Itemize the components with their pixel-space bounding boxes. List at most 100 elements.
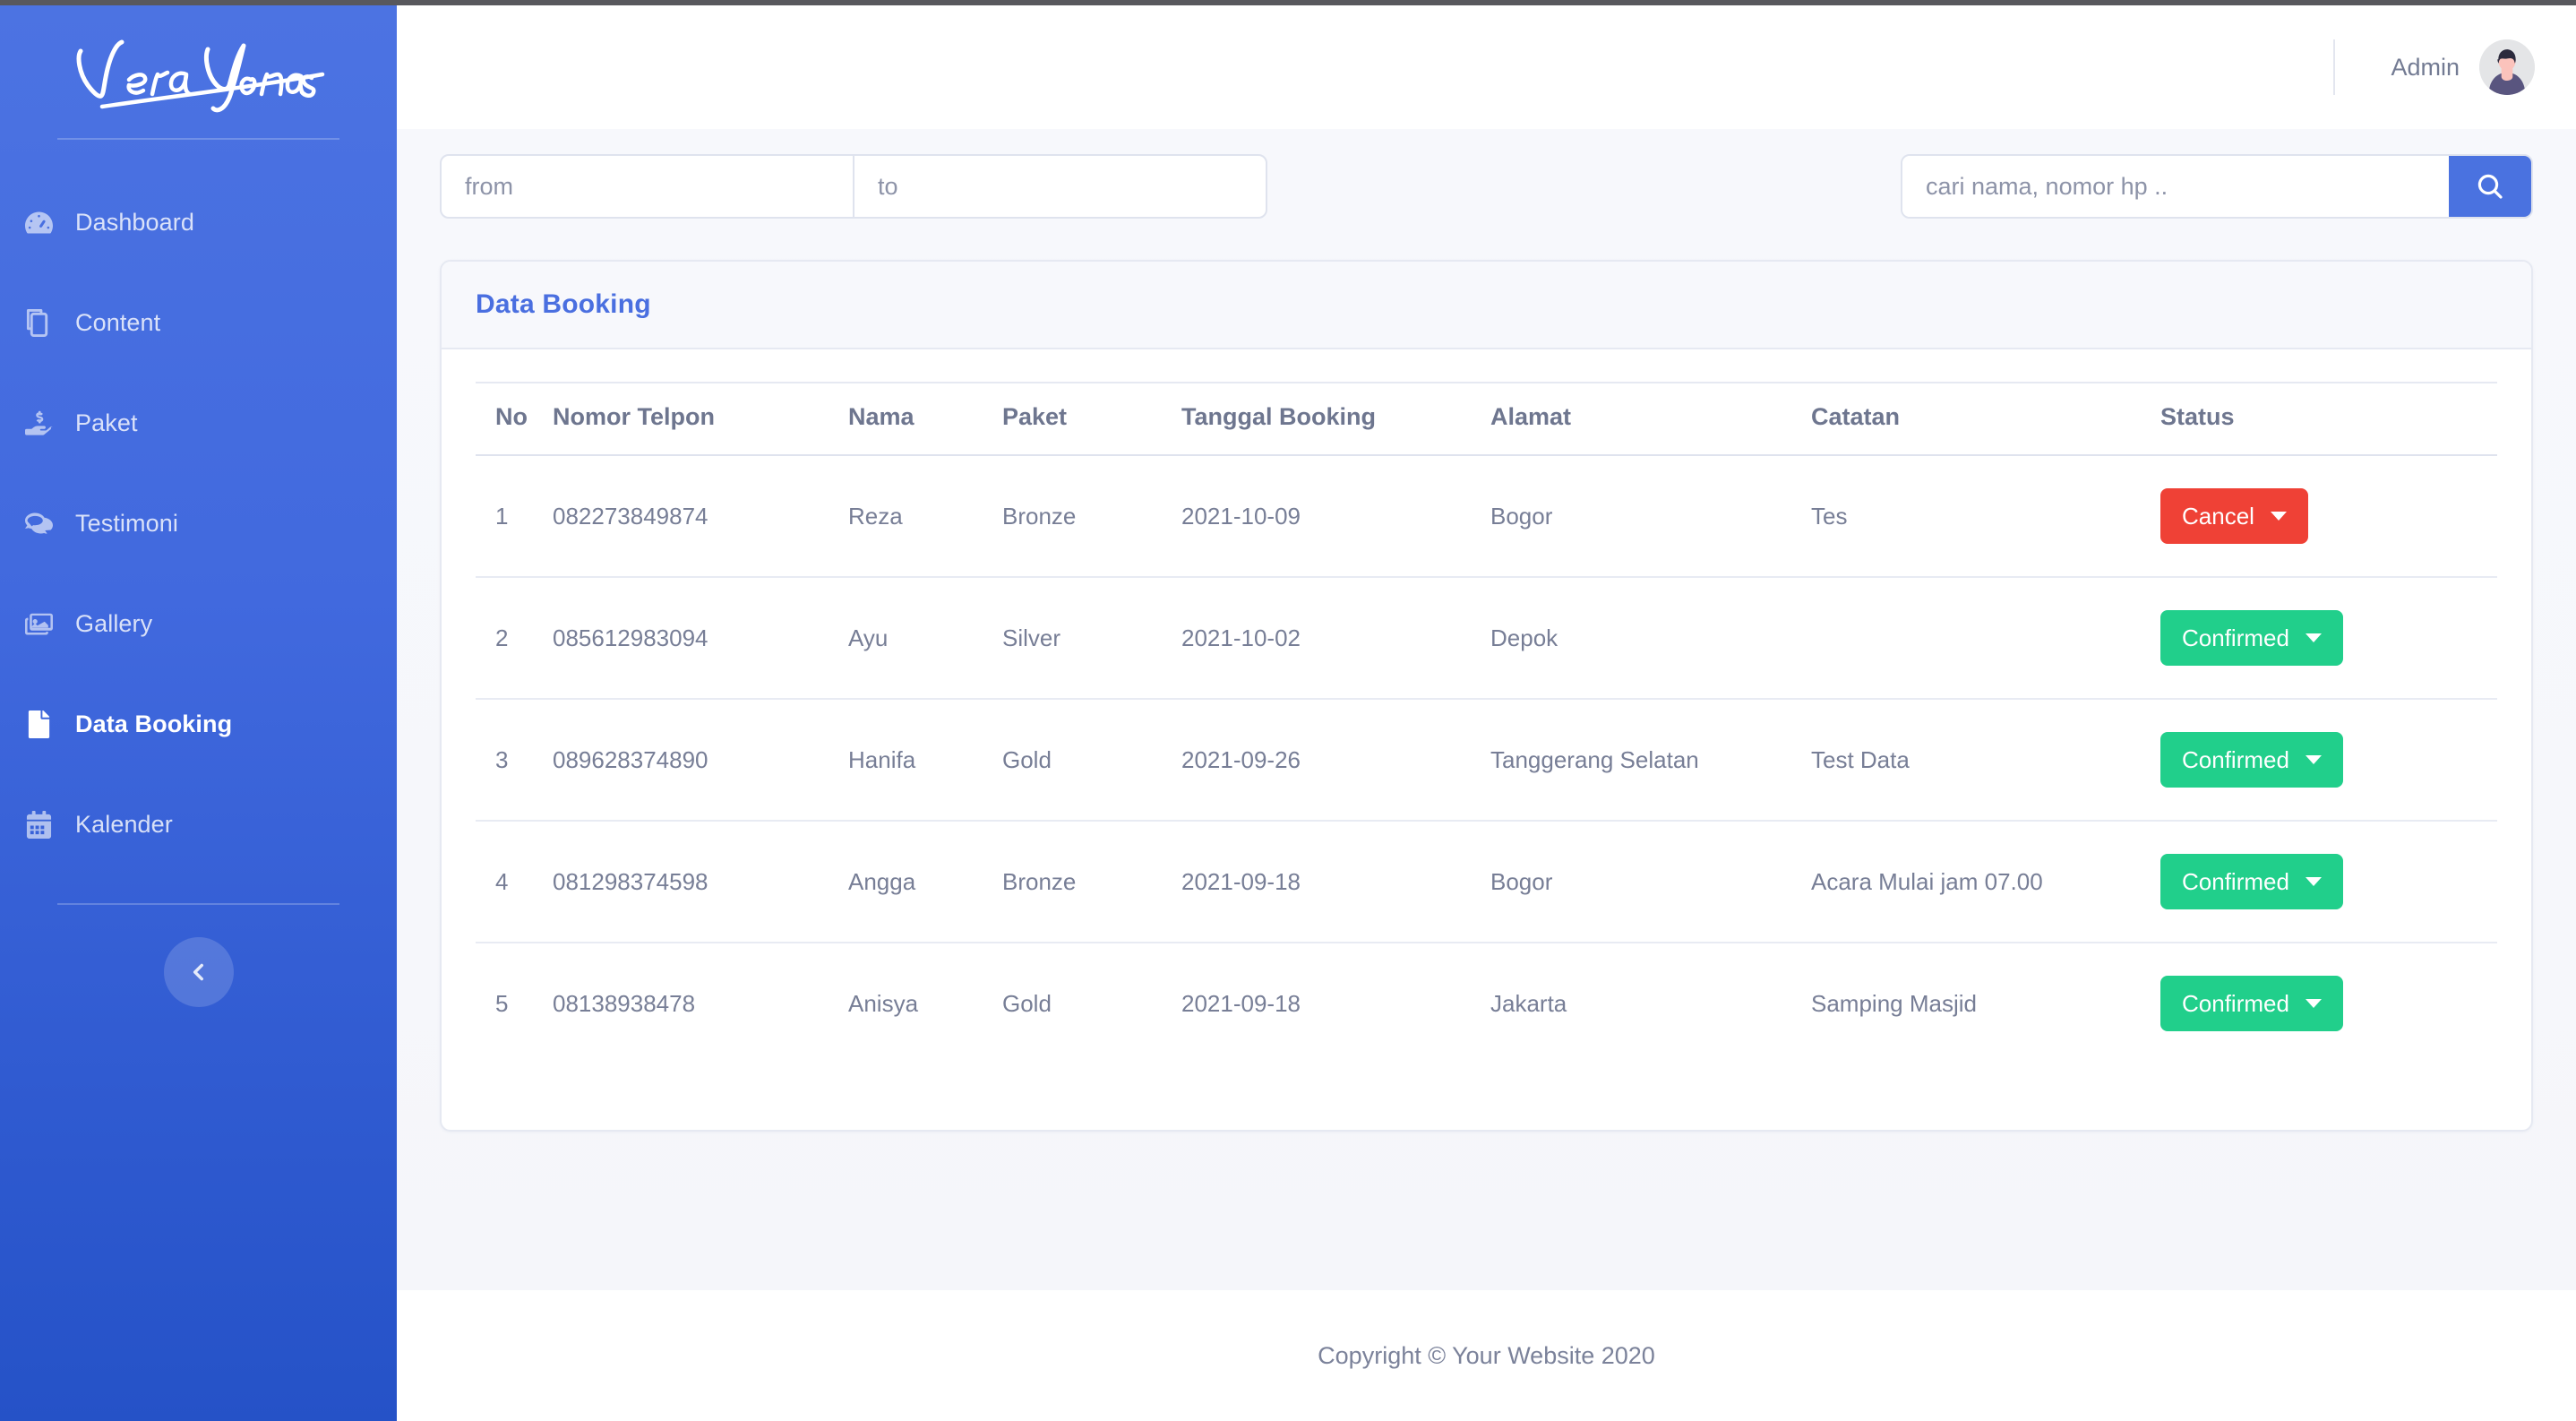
sidebar-item-paket[interactable]: Paket: [0, 373, 397, 473]
column-header-nomor-telpon: Nomor Telpon: [553, 382, 848, 456]
page-title: Data Booking: [476, 289, 651, 319]
cell-tanggal-booking: 2021-10-02: [1181, 577, 1490, 700]
column-header-catatan: Catatan: [1811, 382, 2160, 456]
status-dropdown-button[interactable]: Confirmed: [2160, 732, 2343, 788]
cell-tanggal-booking: 2021-09-26: [1181, 699, 1490, 822]
app-shell: Dashboard Content Paket Testimoni Galler…: [0, 5, 2576, 1421]
chevron-down-icon: [2305, 999, 2322, 1008]
cell-nomor-telpon: 08138938478: [553, 989, 696, 1017]
comments-icon: [25, 510, 75, 538]
cell-status: Confirmed: [2160, 577, 2497, 700]
column-header-no: No: [476, 382, 553, 456]
user-name-label: Admin: [2391, 53, 2460, 81]
date-to-input[interactable]: [854, 156, 1266, 217]
topbar-divider: [2333, 39, 2336, 95]
cell-paket: Bronze: [1002, 455, 1181, 578]
chevron-down-icon: [2270, 512, 2287, 521]
column-header-tanggal-booking: Tanggal Booking: [1181, 382, 1490, 456]
table-row: 5 08138938478 Anisya Gold 2021-09-18 Jakarta S…: [476, 943, 2497, 1064]
booking-table: No Nomor Telpon Nama Paket Tanggal Booki…: [476, 382, 2497, 1064]
status-dropdown-button[interactable]: Confirmed: [2160, 610, 2343, 666]
date-from-input[interactable]: [442, 156, 853, 217]
cell-nama: Anisya: [848, 989, 919, 1017]
cell-nomor-telpon: 082273849874: [553, 455, 848, 578]
cell-alamat: Depok: [1490, 577, 1811, 700]
cell-catatan: Test Data: [1811, 699, 2160, 822]
sidebar-collapse-button[interactable]: [163, 937, 234, 1007]
search-button[interactable]: [2449, 156, 2531, 217]
sidebar-item-dashboard[interactable]: Dashboard: [0, 172, 397, 272]
cell-catatan: Samping Masjid: [1811, 989, 1977, 1017]
chevron-down-icon: [2305, 755, 2322, 764]
cell-no: 1: [476, 455, 553, 578]
calendar-icon: [25, 810, 75, 839]
column-header-paket: Paket: [1002, 382, 1181, 456]
sidebar-item-label: Paket: [75, 409, 138, 436]
brand-logo[interactable]: [0, 5, 397, 138]
table-row: 2 085612983094 Ayu Silver 2021-10-02 Depok Con…: [476, 577, 2497, 700]
sidebar-item-testimoni[interactable]: Testimoni: [0, 473, 397, 573]
cell-catatan: Acara Mulai jam 07.00: [1811, 821, 2160, 943]
cell-no: 4: [476, 821, 553, 943]
browser-top-edge: [0, 0, 2576, 5]
content-area: Data Booking No Nomor Telpon Nama Paket …: [397, 129, 2576, 1290]
data-booking-card: Data Booking No Nomor Telpon Nama Paket …: [440, 260, 2533, 1132]
cell-status: Confirmed: [2160, 821, 2497, 943]
cell-no: 2: [476, 577, 553, 700]
status-dropdown-button[interactable]: Cancel: [2160, 488, 2308, 544]
chevron-down-icon: [2305, 633, 2322, 642]
cell-nama: Ayu: [848, 577, 1002, 700]
cell-tanggal-booking: 2021-09-18: [1181, 989, 1301, 1017]
hand-holding-usd-icon: [25, 409, 75, 437]
cell-no: 5: [495, 989, 509, 1017]
status-dropdown-button[interactable]: Confirmed: [2160, 976, 2343, 1031]
search-icon: [2477, 174, 2503, 199]
column-header-alamat: Alamat: [1490, 382, 1811, 456]
sidebar-item-kalender[interactable]: Kalender: [0, 774, 397, 874]
search-input[interactable]: [1902, 156, 2449, 217]
topbar: Admin: [397, 5, 2576, 129]
tachometer-icon: [25, 209, 75, 237]
script-wordmark-logo-icon: [76, 39, 324, 113]
cell-alamat: Tanggerang Selatan: [1490, 699, 1811, 822]
file-icon: [25, 710, 75, 738]
status-label: Confirmed: [2182, 624, 2289, 651]
card-body: No Nomor Telpon Nama Paket Tanggal Booki…: [442, 349, 2531, 1130]
status-label: Confirmed: [2182, 867, 2289, 895]
table-header-row: No Nomor Telpon Nama Paket Tanggal Booki…: [476, 382, 2497, 456]
table-head: No Nomor Telpon Nama Paket Tanggal Booki…: [476, 382, 2497, 456]
chevron-down-icon: [2305, 877, 2322, 886]
sidebar-item-data-booking[interactable]: Data Booking: [0, 674, 397, 774]
sidebar-item-label: Kalender: [75, 810, 173, 838]
table-row: 4 081298374598 Angga Bronze 2021-09-18 Bogor A…: [476, 821, 2497, 943]
cell-tanggal-booking: 2021-09-18: [1181, 821, 1490, 943]
user-menu[interactable]: Admin: [2391, 39, 2535, 95]
sidebar-item-content[interactable]: Content: [0, 272, 397, 373]
column-header-nama: Nama: [848, 382, 1002, 456]
sidebar-collapse-area: [0, 937, 397, 1007]
cell-paket: Gold: [1002, 989, 1052, 1017]
cell-no: 3: [476, 699, 553, 822]
cell-alamat: Bogor: [1490, 821, 1811, 943]
table-row: 3 089628374890 Hanifa Gold 2021-09-26 Tangger…: [476, 699, 2497, 822]
cell-nama: Angga: [848, 821, 1002, 943]
status-dropdown-button[interactable]: Confirmed: [2160, 854, 2343, 909]
sidebar-item-label: Gallery: [75, 609, 153, 637]
filter-bar: [440, 154, 2533, 219]
cell-nomor-telpon: 089628374890: [553, 699, 848, 822]
layers-copy-icon: [25, 308, 75, 337]
cell-status: Confirmed: [2160, 699, 2497, 822]
cell-nomor-telpon: 085612983094: [553, 577, 848, 700]
card-header: Data Booking: [442, 262, 2531, 349]
footer: Copyright © Your Website 2020: [397, 1290, 2576, 1421]
column-header-status: Status: [2160, 382, 2497, 456]
cell-paket: Gold: [1002, 699, 1181, 822]
sidebar-item-label: Data Booking: [75, 710, 233, 737]
sidebar: Dashboard Content Paket Testimoni Galler…: [0, 5, 397, 1421]
sidebar-item-label: Testimoni: [75, 509, 178, 537]
cell-paket: Silver: [1002, 577, 1181, 700]
main-area: Admin from to cari nama, nomor hp .. Dat…: [397, 5, 2576, 1421]
sidebar-nav: Dashboard Content Paket Testimoni Galler…: [0, 140, 397, 874]
cell-alamat: Bogor: [1490, 455, 1811, 578]
sidebar-item-gallery[interactable]: Gallery: [0, 573, 397, 674]
